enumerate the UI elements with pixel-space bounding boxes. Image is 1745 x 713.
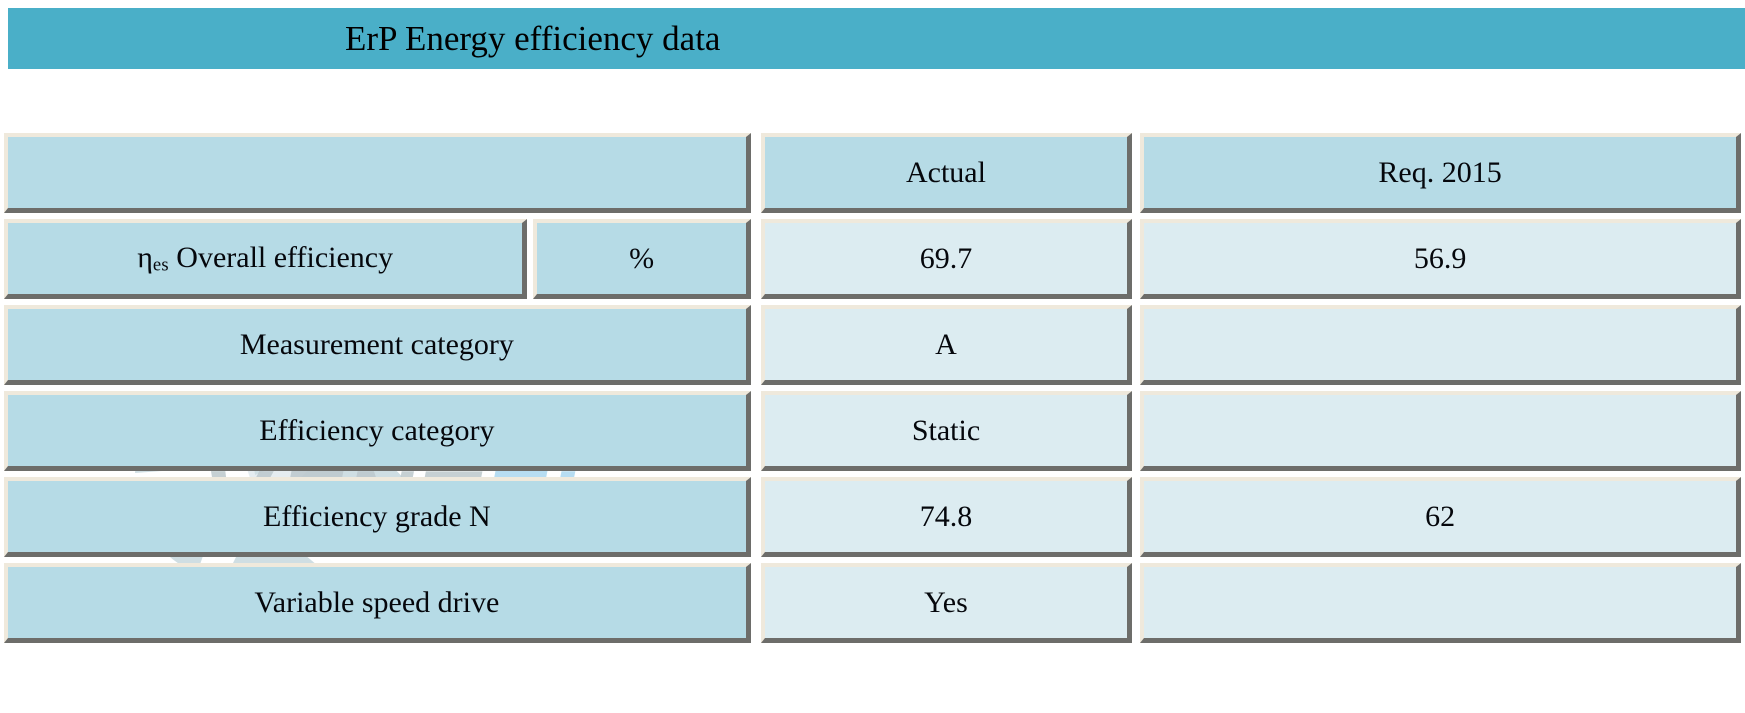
header-cell-actual: Actual — [760, 133, 1133, 213]
row-unit-overall-efficiency: % — [533, 219, 751, 299]
row-actual-measurement-category: A — [760, 305, 1133, 385]
row-required-efficiency-grade: 62 — [1140, 477, 1741, 557]
row-required-variable-speed-drive — [1140, 563, 1741, 643]
page-title: ErP Energy efficiency data — [345, 19, 721, 58]
table-row: Variable speed drive Yes — [4, 563, 1741, 643]
page-title-band: ErP Energy efficiency data — [8, 8, 1745, 69]
header-cell-required: Req. 2015 — [1140, 133, 1741, 213]
table-row: ηes Overall efficiency % 69.7 56.9 — [4, 219, 1741, 299]
erp-energy-efficiency-table: Actual Req. 2015 ηes Overall efficiency … — [4, 133, 1741, 649]
row-required-measurement-category — [1140, 305, 1741, 385]
table-row: Measurement category A — [4, 305, 1741, 385]
header-cell-parameter — [4, 133, 751, 213]
row-required-overall-efficiency: 56.9 — [1140, 219, 1741, 299]
table-header-row: Actual Req. 2015 — [4, 133, 1741, 213]
row-label-overall-efficiency: ηes Overall efficiency — [4, 219, 528, 299]
row-actual-efficiency-category: Static — [760, 391, 1133, 471]
row-actual-variable-speed-drive: Yes — [760, 563, 1133, 643]
eta-subscript: es — [152, 254, 169, 276]
row-actual-efficiency-grade: 74.8 — [760, 477, 1133, 557]
row-label-efficiency-grade: Efficiency grade N — [4, 477, 751, 557]
row-label-measurement-category: Measurement category — [4, 305, 751, 385]
row-required-efficiency-category — [1140, 391, 1741, 471]
table-row: Efficiency grade N 74.8 62 — [4, 477, 1741, 557]
row-label-main: Overall efficiency — [168, 240, 394, 274]
row-label-variable-speed-drive: Variable speed drive — [4, 563, 751, 643]
row-label-text: ηes Overall efficiency — [137, 241, 393, 276]
row-actual-overall-efficiency: 69.7 — [760, 219, 1133, 299]
table-row: Efficiency category Static — [4, 391, 1741, 471]
row-label-efficiency-category: Efficiency category — [4, 391, 751, 471]
eta-symbol: η — [137, 240, 153, 274]
